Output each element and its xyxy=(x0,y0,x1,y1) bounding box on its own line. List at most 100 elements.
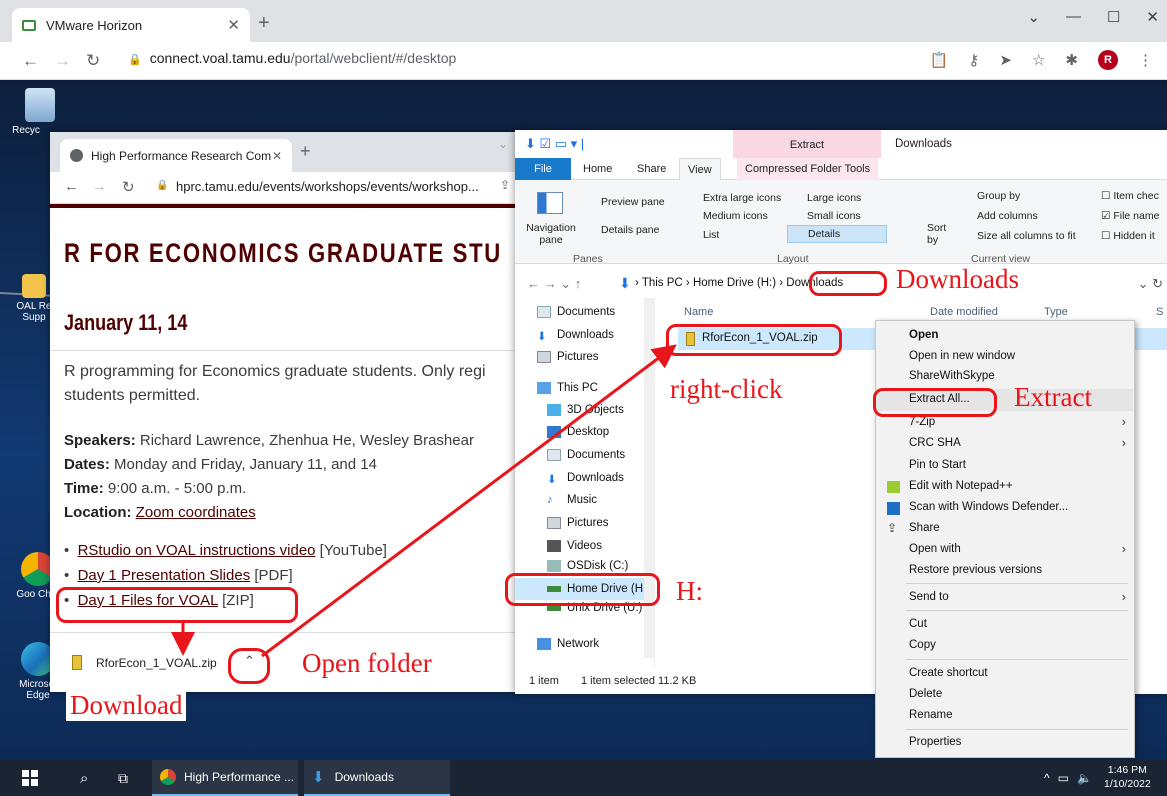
menu-item-scan-defender[interactable]: Scan with Windows Defender... xyxy=(909,501,1068,513)
details-pane-button[interactable]: Details pane xyxy=(601,224,659,236)
column-type[interactable]: Type xyxy=(1044,306,1068,318)
download-file-name[interactable]: RforEcon_1_VOAL.zip xyxy=(96,656,217,670)
taskbar: ⌕ ⧉ High Performance ... ⬇ Downloads ^ ▭ 🔈 … xyxy=(0,760,1167,796)
minimize-icon[interactable]: — xyxy=(1066,8,1081,26)
medium-icons-option[interactable]: Medium icons xyxy=(703,210,768,222)
recycle-bin-shortcut[interactable]: Recyc xyxy=(12,88,66,136)
chevron-down-icon[interactable]: ⌄ xyxy=(1027,8,1040,26)
avatar[interactable]: R xyxy=(1098,50,1118,70)
nav-item-network[interactable]: Network xyxy=(537,638,599,650)
close-tab-icon[interactable]: ✕ xyxy=(227,16,240,34)
inner-address-bar[interactable]: hprc.tamu.edu/events/workshops/events/wo… xyxy=(176,179,479,194)
tab-compressed-folder-tools[interactable]: Compressed Folder Tools xyxy=(737,158,879,180)
menu-item-share-with-skype[interactable]: ShareWithSkype xyxy=(909,370,995,382)
extensions-icon[interactable]: ✱ xyxy=(1065,51,1078,69)
task-view-icon[interactable]: ⧉ xyxy=(110,760,128,796)
menu-item-pin-to-start[interactable]: Pin to Start xyxy=(909,459,966,471)
tab-home[interactable]: Home xyxy=(575,158,620,180)
menu-item-rename[interactable]: Rename xyxy=(909,709,952,721)
slides-link[interactable]: Day 1 Presentation Slides xyxy=(78,567,251,584)
menu-item-crc-sha[interactable]: CRC SHA xyxy=(909,437,961,449)
send-icon[interactable]: ➤ xyxy=(999,51,1012,69)
refresh-icon[interactable]: ⌄ ↻ xyxy=(1138,276,1163,292)
start-button[interactable] xyxy=(14,760,38,796)
taskbar-app-chrome[interactable]: High Performance ... xyxy=(152,760,298,796)
nav-item-this-pc[interactable]: This PC xyxy=(537,382,598,394)
menu-item-edit-notepadpp[interactable]: Edit with Notepad++ xyxy=(909,480,1013,492)
small-icons-option[interactable]: Small icons xyxy=(807,210,861,222)
menu-item-send-to[interactable]: Send to xyxy=(909,591,949,603)
nav-item-documents[interactable]: Documents xyxy=(537,306,615,318)
maximize-icon[interactable]: ☐ xyxy=(1107,8,1120,26)
system-tray[interactable]: ^ ▭ 🔈 xyxy=(1036,760,1092,796)
nav-item-3d-objects[interactable]: 3D Objects xyxy=(547,404,624,416)
file-name-extensions-option[interactable]: ☑ File name xyxy=(1101,210,1159,222)
details-option[interactable]: Details xyxy=(787,225,887,243)
navigation-pane-button[interactable]: Navigation pane xyxy=(523,222,579,246)
menu-icon[interactable]: ⋮ xyxy=(1138,51,1153,69)
quick-access-toolbar[interactable]: ⬇ ☑ ▭ ▾ | xyxy=(525,136,584,152)
list-option[interactable]: List xyxy=(703,229,719,241)
add-columns-button[interactable]: Add columns xyxy=(977,210,1038,222)
forward-icon[interactable]: → xyxy=(54,51,71,71)
new-tab-icon[interactable]: + xyxy=(258,12,270,35)
nav-item-downloads[interactable]: ⬇ Downloads xyxy=(537,329,614,343)
extract-context-tab[interactable]: Extract xyxy=(733,130,881,158)
column-date-modified[interactable]: Date modified xyxy=(930,306,998,318)
nav-item-pictures-pc[interactable]: Pictures xyxy=(547,517,609,529)
nav-item-music[interactable]: ♪ Music xyxy=(547,494,597,506)
search-icon[interactable]: ⌕ xyxy=(72,760,88,796)
close-tab-icon[interactable]: ✕ xyxy=(272,149,282,163)
menu-item-properties[interactable]: Properties xyxy=(909,736,961,748)
tab-search-icon[interactable]: ⌄ xyxy=(498,137,508,151)
zoom-link[interactable]: Zoom coordinates xyxy=(136,504,256,521)
reload-icon[interactable]: ↻ xyxy=(122,178,135,196)
extra-large-icons-option[interactable]: Extra large icons xyxy=(703,192,781,204)
item-check-boxes-option[interactable]: ☐ Item chec xyxy=(1101,190,1159,202)
nav-item-osdisk[interactable]: OSDisk (C:) xyxy=(547,560,628,572)
hidden-items-option[interactable]: ☐ Hidden it xyxy=(1101,230,1155,242)
nav-item-downloads-pc[interactable]: ⬇ Downloads xyxy=(547,472,624,486)
menu-item-restore-versions[interactable]: Restore previous versions xyxy=(909,564,1042,576)
menu-item-cut[interactable]: Cut xyxy=(909,618,927,630)
preview-pane-button[interactable]: Preview pane xyxy=(601,196,665,208)
tab-view[interactable]: View xyxy=(679,158,721,180)
column-name[interactable]: Name xyxy=(684,306,713,318)
tab-file[interactable]: File xyxy=(515,158,571,180)
key-icon[interactable]: ⚷ xyxy=(968,51,979,69)
back-icon[interactable]: ← xyxy=(64,178,79,195)
tab-share[interactable]: Share xyxy=(629,158,674,180)
new-tab-icon[interactable]: + xyxy=(300,141,311,162)
inner-tab-hprc[interactable]: High Performance Research Com ✕ xyxy=(60,139,292,172)
menu-item-delete[interactable]: Delete xyxy=(909,688,942,700)
menu-item-open-new-window[interactable]: Open in new window xyxy=(909,350,1015,362)
menu-item-open[interactable]: Open xyxy=(909,329,938,341)
menu-item-share[interactable]: Share xyxy=(909,522,940,534)
menu-item-copy[interactable]: Copy xyxy=(909,639,936,651)
nav-item-pictures[interactable]: Pictures xyxy=(537,351,599,363)
back-icon[interactable]: ← xyxy=(22,51,39,71)
share-icon[interactable]: ⇪ xyxy=(500,178,510,192)
column-size[interactable]: S xyxy=(1156,306,1163,318)
nav-item-desktop[interactable]: Desktop xyxy=(547,426,609,438)
size-columns-button[interactable]: Size all columns to fit xyxy=(977,230,1076,242)
close-icon[interactable]: ✕ xyxy=(1146,8,1159,26)
nav-item-documents-pc[interactable]: Documents xyxy=(547,449,625,461)
taskbar-app-explorer[interactable]: ⬇ Downloads xyxy=(304,760,450,796)
outer-tab-vmware[interactable]: VMware Horizon ✕ xyxy=(12,8,250,42)
clipboard-icon[interactable]: 📋 xyxy=(930,51,949,69)
nav-item-videos[interactable]: Videos xyxy=(547,540,602,552)
menu-item-7zip[interactable]: 7-Zip xyxy=(909,416,935,428)
sort-by-button[interactable]: Sort by xyxy=(927,222,949,246)
reload-icon[interactable]: ↻ xyxy=(86,51,100,71)
forward-icon[interactable]: → xyxy=(92,178,107,195)
menu-item-open-with[interactable]: Open with xyxy=(909,543,961,555)
star-icon[interactable]: ☆ xyxy=(1032,51,1045,69)
group-by-button[interactable]: Group by xyxy=(977,190,1020,202)
menu-item-create-shortcut[interactable]: Create shortcut xyxy=(909,667,988,679)
rstudio-video-link[interactable]: RStudio on VOAL instructions video xyxy=(78,542,316,559)
nav-arrows[interactable]: ← → ⌄ ↑ xyxy=(527,276,581,292)
clock[interactable]: 1:46 PM 1/10/2022 xyxy=(1104,763,1151,791)
address-bar[interactable]: 🔒 connect.voal.tamu.edu/portal/webclient/… xyxy=(128,50,456,66)
large-icons-option[interactable]: Large icons xyxy=(807,192,861,204)
